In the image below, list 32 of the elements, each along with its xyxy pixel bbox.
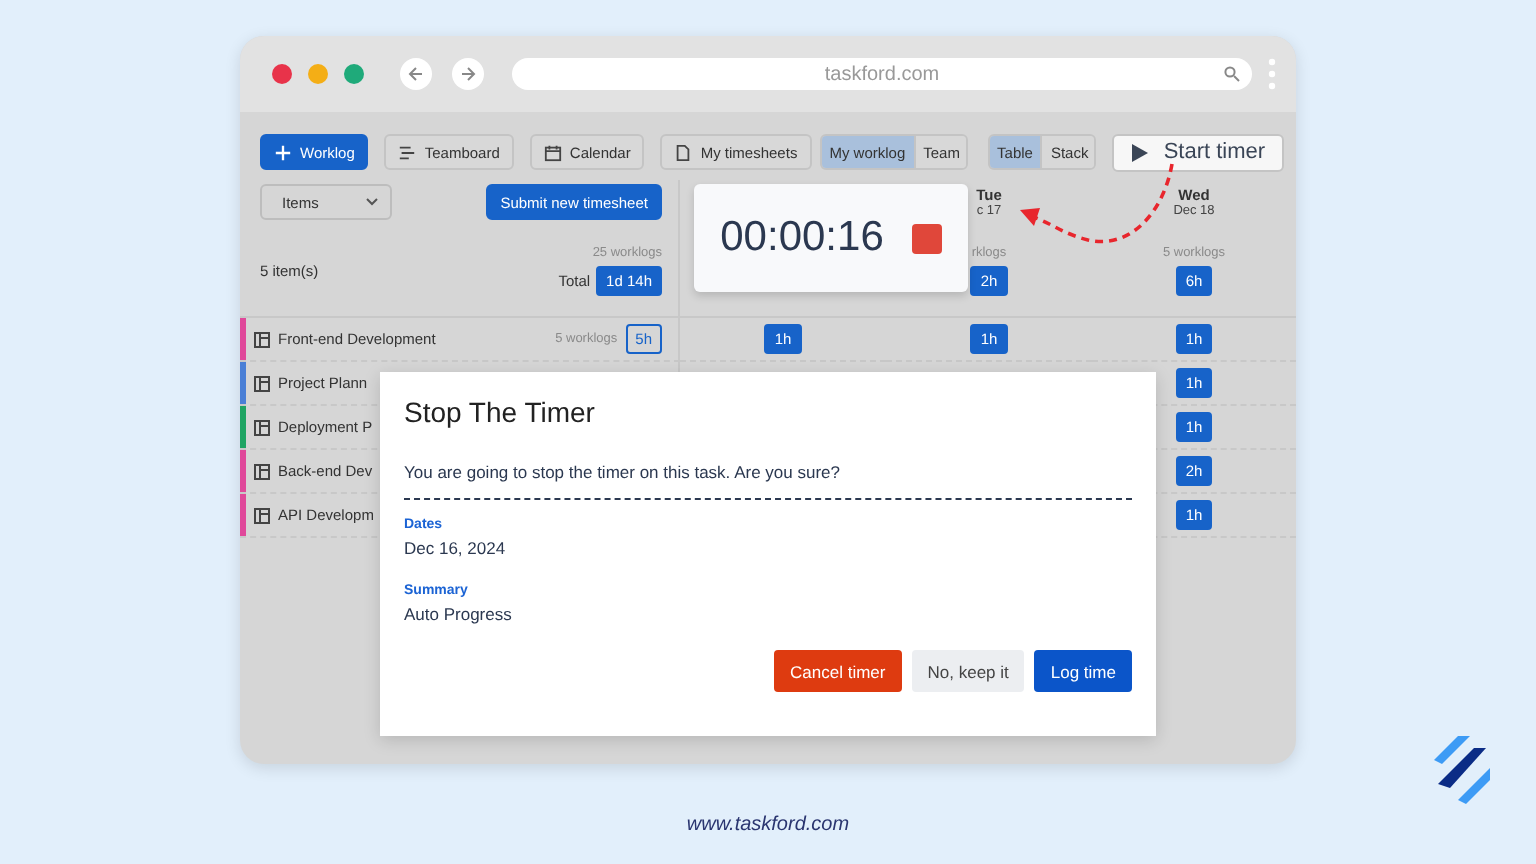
back-button[interactable] [400,58,432,90]
maximize-dot[interactable] [344,64,364,84]
website-url: www.taskford.com [686,814,850,836]
stop-button[interactable] [911,223,942,253]
dialog-title: Stop The Timer [404,396,597,428]
url-text: taskford.com [824,63,940,85]
document-icon [674,143,693,161]
task-icon [254,419,270,435]
close-dot[interactable] [272,64,292,84]
lines-icon [398,143,417,161]
task-icon [254,331,270,347]
task-icon [254,507,270,523]
search-icon [1224,66,1240,82]
dialog-button[interactable]: Cancel timer [774,650,902,692]
forward-arrow-icon [460,66,476,82]
task-icon [254,375,270,391]
minimize-dot[interactable] [308,64,328,84]
start-timer-button[interactable]: Start timer [1112,133,1284,171]
calendar-icon [543,143,562,161]
field-value: Dec 16, 2024 [404,538,508,558]
dialog-button[interactable]: No, keep it [911,650,1025,692]
dialog-button[interactable]: Log time [1034,650,1132,692]
back-arrow-icon [408,66,424,82]
task-icon [254,463,270,479]
logo-icon [1430,736,1494,804]
timer-display: 00:00:16 [720,214,884,262]
forward-button[interactable] [452,58,484,90]
play-icon [1131,143,1148,161]
field-value: Auto Progress [404,604,514,624]
plus-icon [274,143,292,161]
chevron-icon [366,198,378,206]
dialog-message: You are going to stop the timer on this task. Are you sure? [404,462,1132,500]
